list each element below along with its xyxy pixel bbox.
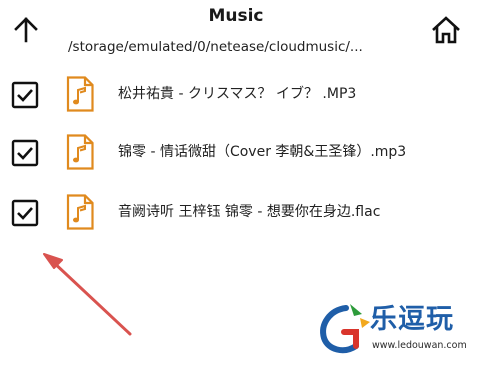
file-picker-screen: Music /storage/emulated/0/netease/cloudm…	[0, 0, 480, 368]
music-file-icon	[66, 194, 94, 230]
watermark-logo	[320, 304, 370, 354]
watermark: 乐逗玩 www.ledouwan.com	[316, 300, 472, 362]
file-row[interactable]: 锦零 - 情话微甜（Cover 李朝&王圣锋）.mp3	[0, 128, 480, 178]
watermark-url: www.ledouwan.com	[372, 340, 467, 351]
file-name: 锦零 - 情话微甜（Cover 李朝&王圣锋）.mp3	[118, 144, 407, 160]
music-file-icon	[66, 76, 94, 112]
checkbox-checked[interactable]	[11, 199, 39, 227]
file-row[interactable]: 松井祐貴 - クリスマス？ イブ？ .MP3	[0, 70, 480, 120]
home-button[interactable]	[426, 12, 466, 48]
file-name: 松井祐貴 - クリスマス？ イブ？ .MP3	[118, 86, 357, 102]
current-path: /storage/emulated/0/netease/cloudmusic/.…	[68, 39, 363, 55]
file-row[interactable]: 音阙诗听 王梓钰 锦零 - 想要你在身边.flac	[0, 188, 480, 238]
checkbox-checked[interactable]	[11, 139, 39, 167]
file-name: 音阙诗听 王梓钰 锦零 - 想要你在身边.flac	[118, 204, 381, 220]
home-icon	[432, 16, 460, 44]
music-file-icon	[66, 134, 94, 170]
checkbox-checked[interactable]	[11, 81, 39, 109]
page-title: Music	[208, 6, 264, 26]
watermark-name: 乐逗玩	[370, 304, 454, 335]
